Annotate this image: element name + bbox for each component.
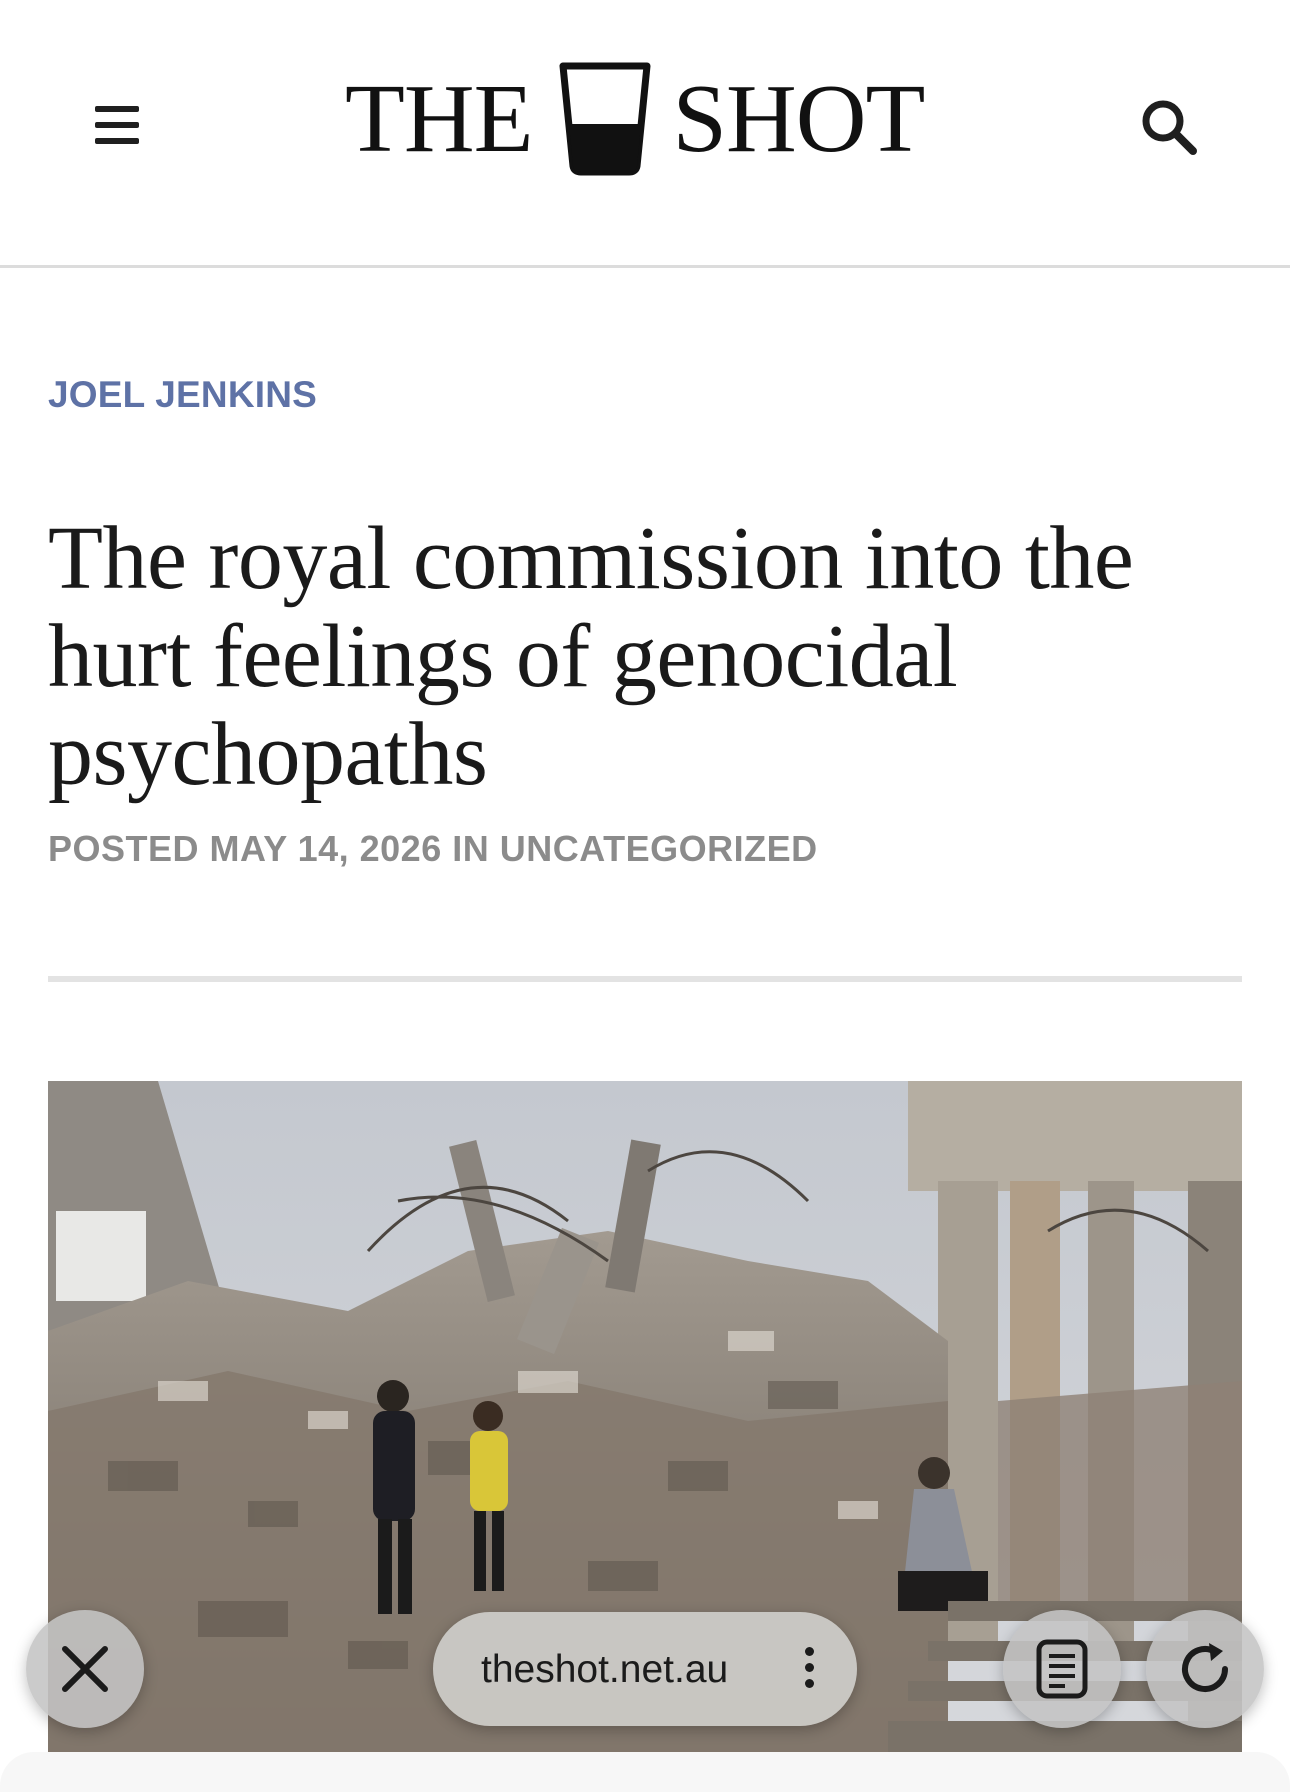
site-header: THE SHOT (0, 0, 1290, 268)
in-label: IN (452, 828, 490, 869)
shot-glass-icon (559, 62, 650, 176)
logo-text-right: SHOT (672, 65, 926, 173)
section-divider (48, 976, 1242, 982)
posted-label: POSTED (48, 828, 200, 869)
site-logo[interactable]: THE SHOT (345, 58, 945, 180)
reader-mode-button[interactable] (1003, 1610, 1121, 1728)
close-icon (62, 1646, 108, 1692)
author-link[interactable]: JOEL JENKINS (48, 374, 317, 416)
article-title: The royal commission into the hurt feeli… (48, 509, 1134, 804)
search-icon[interactable] (1138, 96, 1200, 158)
post-meta: POSTED MAY 14, 2026 IN UNCATEGORIZED (48, 828, 818, 870)
reload-button[interactable] (1146, 1610, 1264, 1728)
hamburger-menu-icon[interactable] (93, 103, 141, 147)
more-vertical-icon[interactable] (805, 1647, 815, 1691)
bottom-sheet-edge (0, 1752, 1290, 1792)
url-text: theshot.net.au (481, 1648, 729, 1691)
logo-text-left: THE (345, 65, 533, 173)
post-date: MAY 14, 2026 (209, 828, 442, 869)
reader-mode-icon (1036, 1639, 1088, 1699)
category-link[interactable]: UNCATEGORIZED (500, 828, 818, 869)
address-bar[interactable]: theshot.net.au (433, 1612, 857, 1726)
reload-icon (1182, 1643, 1228, 1692)
close-tab-button[interactable] (26, 1610, 144, 1728)
